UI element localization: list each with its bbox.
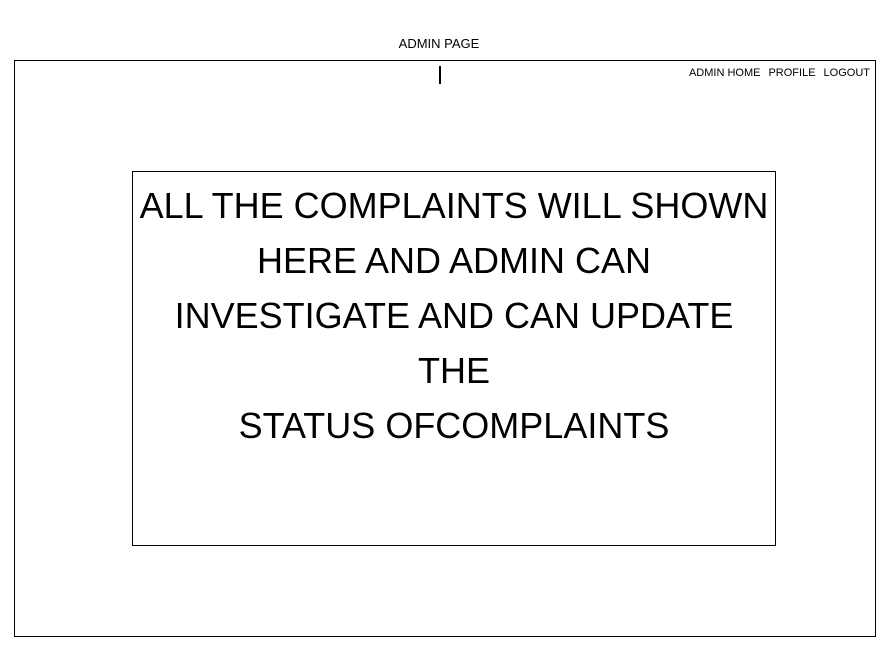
message-line: INVESTIGATE AND CAN UPDATE THE: [174, 295, 734, 391]
text-cursor: [439, 66, 441, 84]
message-line: STATUS OFCOMPLAINTS: [238, 405, 670, 446]
message-line: HERE AND ADMIN CAN: [256, 240, 652, 281]
complaints-message: ALL THE COMPLAINTS WILL SHOWN HERE AND A…: [133, 178, 775, 453]
nav-admin-home-link[interactable]: ADMIN HOME: [689, 66, 761, 80]
complaints-panel: ALL THE COMPLAINTS WILL SHOWN HERE AND A…: [132, 171, 776, 546]
top-nav: ADMIN HOME PROFILE LOGOUT: [689, 66, 870, 80]
page-title: ADMIN PAGE: [398, 36, 480, 51]
message-line: ALL THE COMPLAINTS WILL SHOWN: [139, 185, 769, 226]
nav-logout-link[interactable]: LOGOUT: [824, 66, 870, 80]
nav-profile-link[interactable]: PROFILE: [768, 66, 815, 80]
